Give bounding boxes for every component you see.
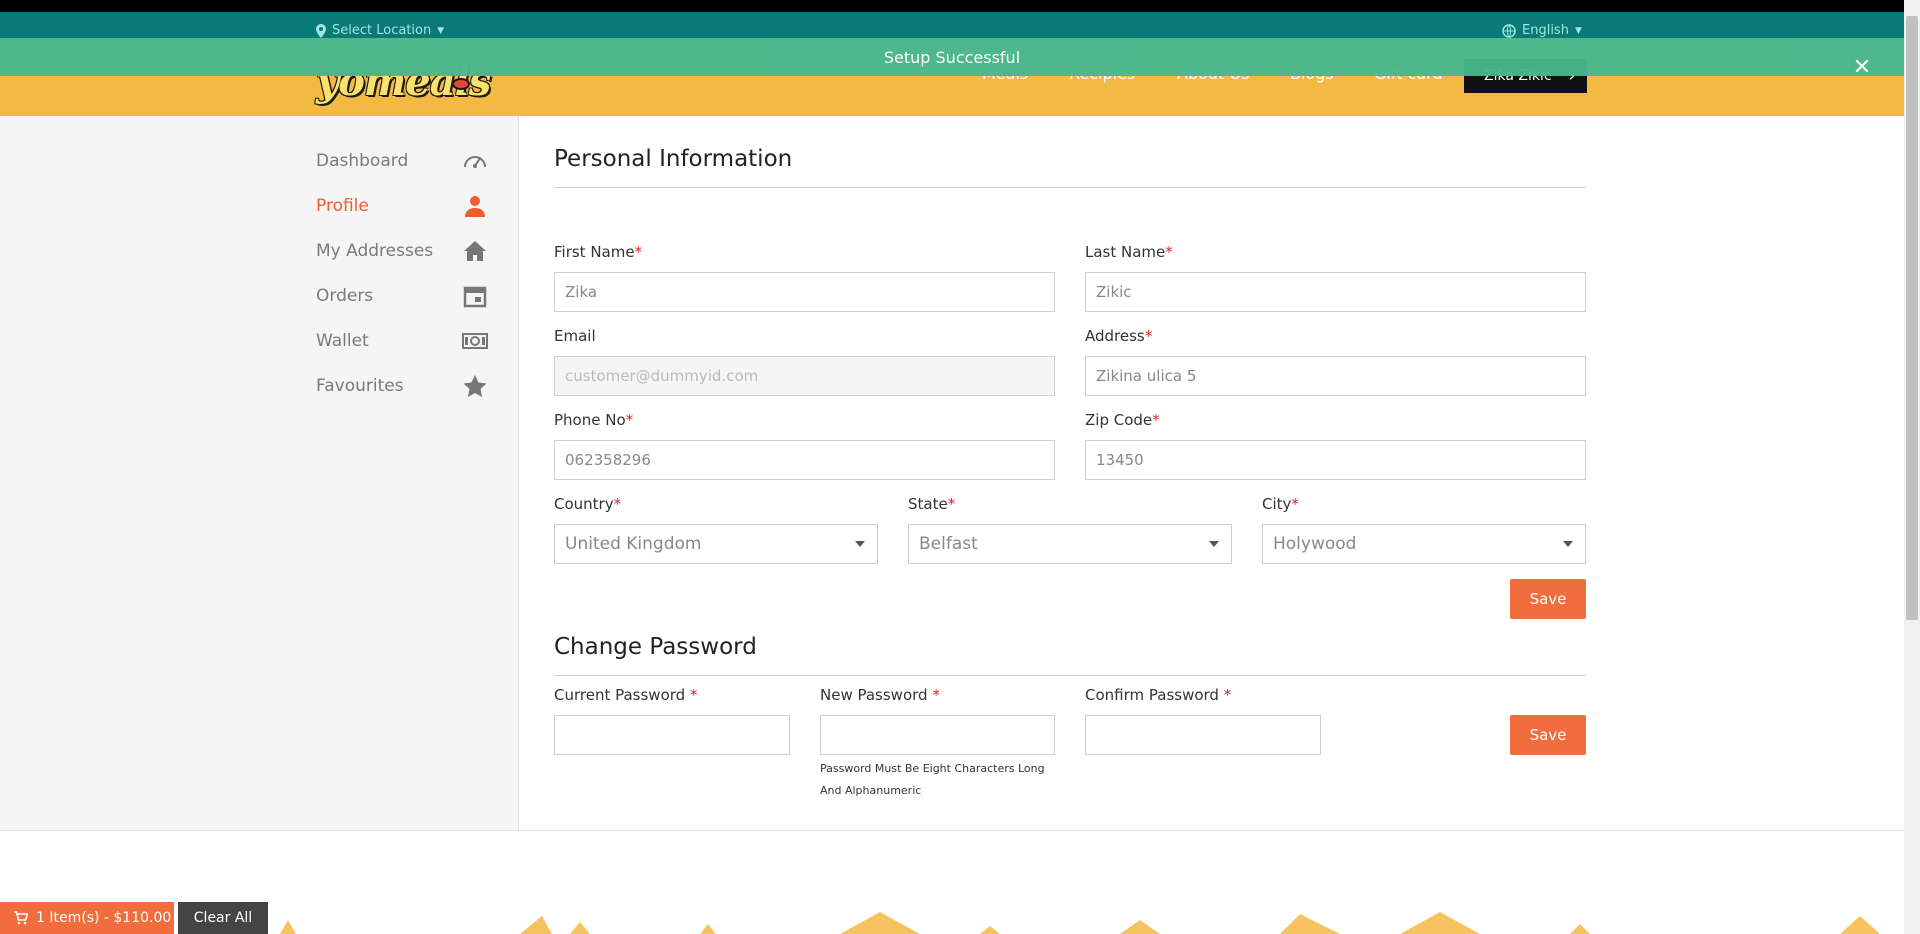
section-divider <box>554 187 1586 188</box>
home-icon <box>464 241 486 261</box>
address-label: Address* <box>1085 327 1153 345</box>
phone-label: Phone No* <box>554 411 634 429</box>
city-select[interactable]: Holywood <box>1262 524 1586 564</box>
first-name-field[interactable]: Zika <box>554 272 1055 312</box>
sidebar-item-profile[interactable]: Profile <box>316 191 488 221</box>
speedometer-icon <box>464 156 486 168</box>
save-password-button[interactable]: Save <box>1510 715 1586 755</box>
change-password-title: Change Password <box>554 634 757 660</box>
email-field: customer@dummyid.com <box>554 356 1055 396</box>
last-name-field[interactable]: Zikic <box>1085 272 1586 312</box>
sidebar-item-orders[interactable]: Orders <box>316 281 488 311</box>
save-personal-button[interactable]: Save <box>1510 579 1586 619</box>
top-utility-bar: Select Location ▼ English ▼ <box>0 12 1904 38</box>
money-icon <box>462 333 488 349</box>
clear-all-button[interactable]: Clear All <box>178 902 268 934</box>
chevron-down-icon <box>1209 541 1219 547</box>
caret-down-icon: ▼ <box>1574 25 1582 36</box>
close-icon[interactable]: ✕ <box>1850 56 1874 80</box>
phone-field[interactable]: 062358296 <box>554 440 1055 480</box>
star-icon <box>463 375 487 397</box>
footer-decoration <box>280 912 1880 934</box>
address-field[interactable]: Zikina ulica 5 <box>1085 356 1586 396</box>
sidebar-item-my-addresses[interactable]: My Addresses <box>316 236 488 266</box>
select-location[interactable]: Select Location ▼ <box>316 23 444 38</box>
scrollbar-thumb[interactable] <box>1906 16 1918 620</box>
sidebar-item-label: Orders <box>316 286 374 306</box>
email-label: Email <box>554 327 596 345</box>
user-icon <box>465 196 485 217</box>
footer-divider <box>0 830 1904 831</box>
country-select[interactable]: United Kingdom <box>554 524 878 564</box>
state-select[interactable]: Belfast <box>908 524 1232 564</box>
section-divider <box>554 675 1586 676</box>
sidebar-item-label: Wallet <box>316 331 369 351</box>
cart-summary-button[interactable]: 1 Item(s) - $110.00 <box>0 902 174 934</box>
new-password-label: New Password * <box>820 686 940 704</box>
state-label: State* <box>908 495 956 513</box>
current-password-label: Current Password * <box>554 686 698 704</box>
chevron-down-icon <box>855 541 865 547</box>
logo-accent <box>452 78 470 90</box>
globe-icon <box>1502 23 1516 38</box>
sidebar-item-label: Dashboard <box>316 151 409 171</box>
success-toast: Setup Successful ✕ <box>0 38 1904 80</box>
confirm-password-field[interactable] <box>1085 715 1321 755</box>
last-name-label: Last Name* <box>1085 243 1173 261</box>
country-value: United Kingdom <box>565 534 702 554</box>
caret-down-icon: ▼ <box>437 25 445 36</box>
sidebar-item-label: Profile <box>316 196 369 216</box>
cart-icon <box>14 911 28 925</box>
location-pin-icon <box>316 23 326 38</box>
new-password-field[interactable] <box>820 715 1055 755</box>
sidebar-item-favourites[interactable]: Favourites <box>316 371 488 401</box>
sidebar-item-wallet[interactable]: Wallet <box>316 326 488 356</box>
confirm-password-label: Confirm Password * <box>1085 686 1232 704</box>
country-label: Country* <box>554 495 622 513</box>
chevron-down-icon <box>1563 541 1573 547</box>
current-password-field[interactable] <box>554 715 790 755</box>
password-hint: Password Must Be Eight Characters Long A… <box>820 762 1045 797</box>
calendar-icon <box>463 286 487 308</box>
state-value: Belfast <box>919 534 978 554</box>
zip-code-label: Zip Code* <box>1085 411 1160 429</box>
top-black-strip <box>0 0 1904 12</box>
profile-sidebar <box>0 116 519 830</box>
sidebar-item-label: My Addresses <box>316 241 434 261</box>
language-selector[interactable]: English ▼ <box>1502 23 1582 38</box>
toast-message: Setup Successful <box>883 47 1021 67</box>
zip-code-field[interactable]: 13450 <box>1085 440 1586 480</box>
city-value: Holywood <box>1273 534 1357 554</box>
city-label: City* <box>1262 495 1299 513</box>
first-name-label: First Name* <box>554 243 643 261</box>
language-label: English <box>1522 23 1569 38</box>
location-label: Select Location <box>332 23 432 38</box>
sidebar-item-label: Favourites <box>316 376 404 396</box>
personal-info-title: Personal Information <box>554 146 793 172</box>
sidebar-item-dashboard[interactable]: Dashboard <box>316 146 488 176</box>
cart-summary: 1 Item(s) - $110.00 <box>36 910 172 926</box>
